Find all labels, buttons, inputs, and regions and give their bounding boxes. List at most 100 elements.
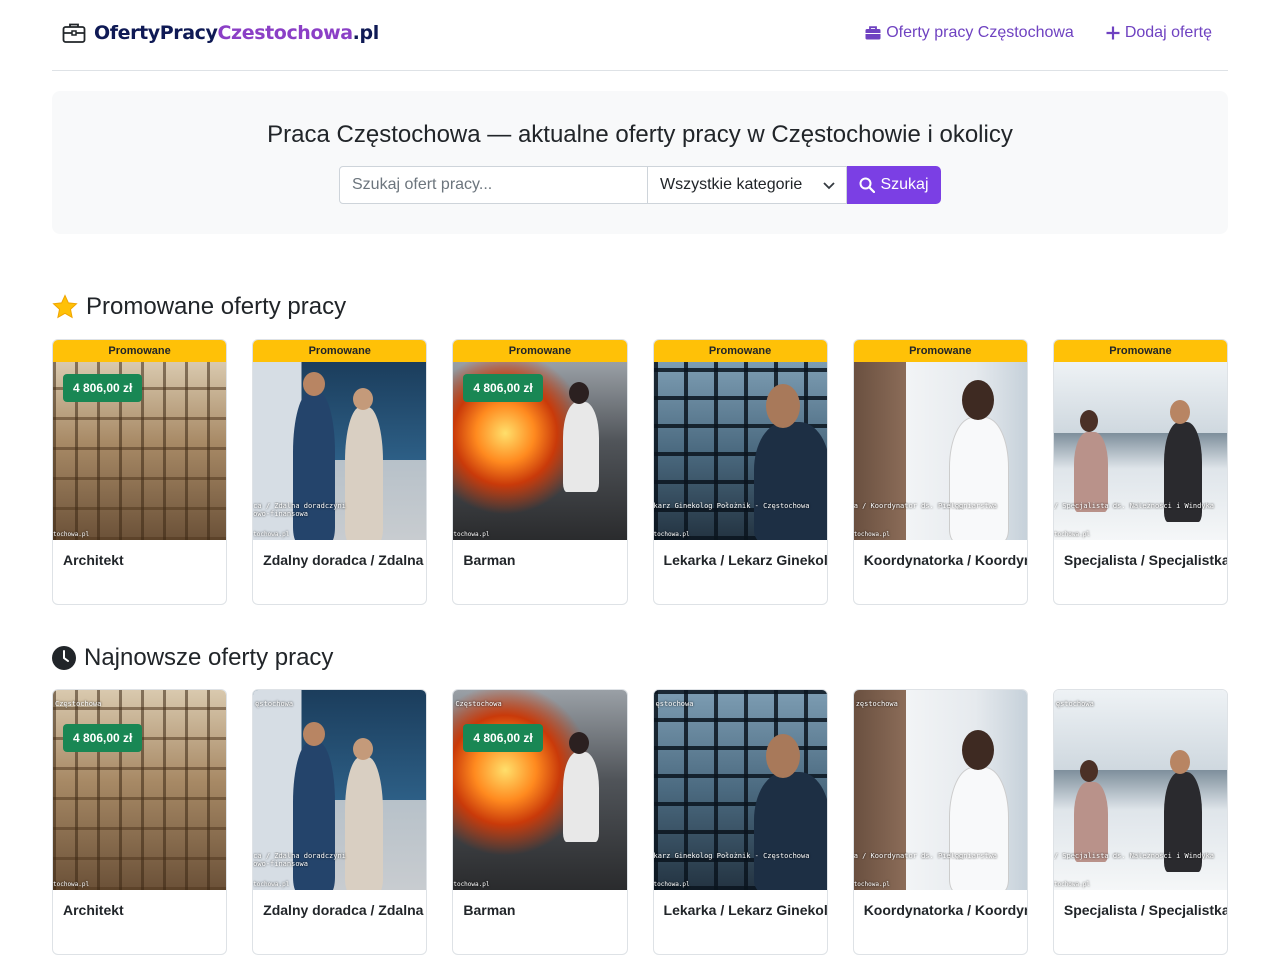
image-caption: karz Ginekolog Położnik - Częstochowa	[653, 502, 810, 510]
job-card-promoted[interactable]: Promowane 4 806,00 zł tochowa.pl Archite…	[52, 339, 228, 605]
search-form: Wszystkie kategorie Szukaj	[339, 166, 941, 204]
salary-badge: 4 806,00 zł	[463, 374, 543, 402]
salary-badge: 4 806,00 zł	[63, 724, 143, 752]
image-location-text: ęstochowa	[655, 700, 694, 708]
job-title: Specjalista / Specjalistka	[1063, 902, 1228, 918]
job-card-promoted[interactable]: Promowane a / Koordynator ds. Pielęgniar…	[852, 339, 1028, 605]
job-image: Częstochowa 4 806,00 zł tochowa.pl	[453, 690, 627, 890]
job-card[interactable]: Częstochowa 4 806,00 zł tochowa.pl Barma…	[452, 689, 628, 955]
search-icon	[859, 177, 876, 193]
promoted-badge: Promowane	[853, 340, 1027, 362]
star-icon	[52, 294, 78, 319]
job-title: Zdalny doradca / Zdalna	[263, 902, 424, 918]
image-location-text: ęstochowa	[255, 700, 294, 708]
job-title: Barman	[463, 902, 516, 918]
job-card-promoted[interactable]: Promowane karz Ginekolog Położnik - Częs…	[652, 339, 828, 605]
newest-section-title: Najnowsze oferty pracy	[52, 644, 333, 672]
job-card-promoted[interactable]: Promowane ca / Zdalna doradczyni owo-fin…	[252, 339, 428, 605]
job-image: ęstochowa karz Ginekolog Położnik - Częs…	[653, 690, 827, 890]
image-location-text: ęstochowa	[1055, 700, 1094, 708]
search-button-label: Szukaj	[880, 176, 929, 193]
job-card[interactable]: Częstochowa 4 806,00 zł tochowa.pl Archi…	[52, 689, 228, 955]
image-location-text: zęstochowa	[855, 700, 898, 708]
promoted-cards: Promowane 4 806,00 zł tochowa.pl Archite…	[52, 339, 1229, 605]
main-nav: Oferty pracy Częstochowa Dodaj ofertę	[865, 24, 1212, 42]
image-watermark: tochowa.pl	[653, 881, 690, 888]
image-caption: karz Ginekolog Położnik - Częstochowa	[653, 852, 810, 860]
job-image: 4 806,00 zł tochowa.pl	[53, 362, 227, 540]
nav-jobs-label: Oferty pracy Częstochowa	[886, 24, 1074, 41]
job-title: Koordynatorka / Koordyn	[863, 552, 1027, 568]
briefcase-icon	[865, 26, 881, 40]
image-watermark: tochowa.pl	[253, 881, 290, 888]
image-watermark: tochowa.pl	[53, 881, 90, 888]
job-title: Lekarka / Lekarz Ginekol	[663, 902, 827, 918]
image-watermark: tochowa.pl	[853, 531, 890, 538]
clock-icon	[52, 646, 76, 670]
promoted-badge: Promowane	[253, 340, 427, 362]
job-image: Częstochowa 4 806,00 zł tochowa.pl	[53, 690, 227, 890]
image-watermark: tochowa.pl	[653, 531, 690, 538]
salary-badge: 4 806,00 zł	[463, 724, 543, 752]
category-select[interactable]: Wszystkie kategorie	[648, 166, 847, 204]
chevron-down-icon	[823, 182, 835, 190]
job-card-promoted[interactable]: Promowane / Specjalista ds. Należności i…	[1052, 339, 1229, 605]
page-title: Praca Częstochowa — aktualne oferty prac…	[267, 121, 1013, 148]
job-image: zęstochowa a / Koordynator ds. Pielęgnia…	[853, 690, 1027, 890]
image-watermark: tochowa.pl	[453, 531, 490, 538]
job-card[interactable]: ęstochowa ca / Zdalna doradczyni owo-fin…	[252, 689, 428, 955]
nav-jobs-link[interactable]: Oferty pracy Częstochowa	[865, 24, 1074, 42]
job-title: Koordynatorka / Koordyn	[863, 902, 1027, 918]
image-location-text: Częstochowa	[455, 700, 502, 708]
site-header: OfertyPracyCzestochowa.pl Oferty pracy C…	[52, 0, 1228, 71]
job-title: Architekt	[63, 902, 124, 918]
promoted-section-label: Promowane oferty pracy	[86, 293, 347, 320]
job-title: Specjalista / Specjalistka	[1063, 552, 1228, 568]
newest-section-label: Najnowsze oferty pracy	[84, 644, 334, 671]
salary-badge: 4 806,00 zł	[63, 374, 143, 402]
image-watermark: tochowa.pl	[53, 531, 90, 538]
image-watermark: tochowa.pl	[1053, 531, 1090, 538]
job-title: Barman	[463, 552, 516, 568]
category-select-value: Wszystkie kategorie	[660, 176, 803, 193]
job-image: / Specjalista ds. Należności i Windyka t…	[1053, 362, 1228, 540]
job-title: Zdalny doradca / Zdalna	[263, 552, 424, 568]
image-caption: ca / Zdalna doradczyni owo-finansowa	[253, 502, 346, 518]
plus-icon	[1106, 26, 1120, 40]
job-image: ęstochowa / Specjalista ds. Należności i…	[1053, 690, 1228, 890]
job-image: ca / Zdalna doradczyni owo-finansowa toc…	[253, 362, 427, 540]
hero-search-panel: Praca Częstochowa — aktualne oferty prac…	[52, 91, 1228, 234]
newest-cards: Częstochowa 4 806,00 zł tochowa.pl Archi…	[52, 689, 1229, 955]
image-watermark: tochowa.pl	[1053, 881, 1090, 888]
job-card-promoted[interactable]: Promowane 4 806,00 zł tochowa.pl Barman	[452, 339, 628, 605]
site-logo[interactable]: OfertyPracyCzestochowa.pl	[62, 22, 379, 44]
job-card[interactable]: zęstochowa a / Koordynator ds. Pielęgnia…	[852, 689, 1028, 955]
job-image: ęstochowa ca / Zdalna doradczyni owo-fin…	[253, 690, 427, 890]
search-button[interactable]: Szukaj	[847, 166, 941, 204]
promoted-badge: Promowane	[53, 340, 227, 362]
job-title: Lekarka / Lekarz Ginekol	[663, 552, 827, 568]
nav-add-offer-label: Dodaj ofertę	[1124, 24, 1212, 41]
promoted-section-title: Promowane oferty pracy	[52, 293, 346, 321]
image-caption: ca / Zdalna doradczyni owo-finansowa	[253, 852, 346, 868]
image-location-text: Częstochowa	[55, 700, 102, 708]
job-title: Architekt	[63, 552, 124, 568]
job-image: karz Ginekolog Położnik - Częstochowa to…	[653, 362, 827, 540]
image-watermark: tochowa.pl	[253, 531, 290, 538]
promoted-badge: Promowane	[653, 340, 827, 362]
briefcase-logo-icon	[62, 23, 86, 43]
image-caption: / Specjalista ds. Należności i Windyka	[1053, 852, 1215, 860]
job-card[interactable]: ęstochowa karz Ginekolog Położnik - Częs…	[652, 689, 828, 955]
job-image: 4 806,00 zł tochowa.pl	[453, 362, 627, 540]
job-image: a / Koordynator ds. Pielęgniarstwa tocho…	[853, 362, 1027, 540]
search-input[interactable]	[339, 166, 648, 204]
image-caption: / Specjalista ds. Należności i Windyka	[1053, 502, 1215, 510]
image-caption: a / Koordynator ds. Pielęgniarstwa	[853, 502, 997, 510]
logo-text: OfertyPracyCzestochowa.pl	[94, 22, 379, 44]
image-watermark: tochowa.pl	[853, 881, 890, 888]
job-card[interactable]: ęstochowa / Specjalista ds. Należności i…	[1052, 689, 1229, 955]
promoted-badge: Promowane	[1053, 340, 1228, 362]
image-caption: a / Koordynator ds. Pielęgniarstwa	[853, 852, 997, 860]
promoted-badge: Promowane	[453, 340, 627, 362]
nav-add-offer-link[interactable]: Dodaj ofertę	[1106, 24, 1212, 42]
